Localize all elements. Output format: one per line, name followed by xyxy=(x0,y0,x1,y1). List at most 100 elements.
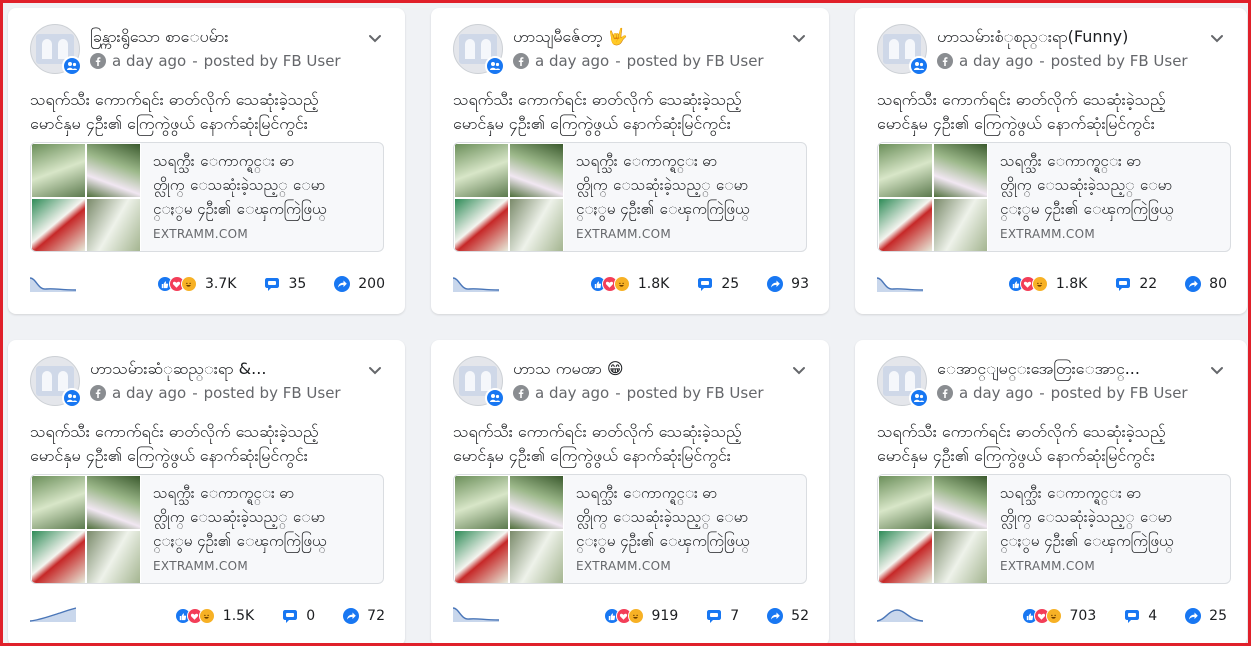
page-avatar[interactable] xyxy=(877,356,929,408)
page-avatar[interactable] xyxy=(877,24,929,76)
link-preview[interactable]: သရက္သီး ေကာက္ရင္း ဓာ တ္လိုက္ ေသဆုံးခဲ့သည… xyxy=(30,142,384,252)
shares-count: 52 xyxy=(791,608,809,624)
post-text-line: သရက်သီး ကောက်ရင်း ဓာတ်လိုက် သေဆုံးခဲ့သည့… xyxy=(877,422,1166,441)
page-name-link[interactable]: ဟာသ ကမၻာ 😁 xyxy=(513,358,773,382)
link-preview[interactable]: သရက္သီး ေကာက္ရင္း ဓာ တ္လိုက္ ေသဆုံးခဲ့သည… xyxy=(30,474,384,584)
reactions-count: 1.8K xyxy=(637,276,670,292)
link-domain: EXTRAMM.COM xyxy=(576,559,671,573)
page-name-link[interactable]: ဟာသမ်ားဆံုဆည္းရာ &... xyxy=(90,358,350,382)
posted-by-label: posted by FB User xyxy=(1050,52,1188,70)
page-avatar[interactable] xyxy=(453,24,505,76)
link-title-line: တ္လိုက္ ေသဆုံးခဲ့သည့္ ေမာ xyxy=(576,176,749,194)
link-title-line: တ္လိုက္ ေသဆုံးခဲ့သည့္ ေမာ xyxy=(576,508,749,526)
link-title-line: သရက္သီး ေကာက္ရင္း ဓာ xyxy=(153,484,295,502)
reactions-stat[interactable]: 1.8K xyxy=(589,276,670,292)
post-card[interactable]: ဟာသမ်ားစံုစည္းရာ(Funny) a day ago - post… xyxy=(855,8,1247,314)
post-card[interactable]: ေအာင္ျမင္းအေတြးေအာင္... a day ago - post… xyxy=(855,340,1247,646)
chevron-down-icon[interactable] xyxy=(791,362,807,378)
reactions-stat[interactable]: 3.7K xyxy=(156,276,237,292)
page-name-link[interactable]: ဟာသျမီဇ်ေတာ့ 🤟 xyxy=(513,26,773,50)
shares-stat[interactable]: 93 xyxy=(767,276,809,292)
reactions-icon xyxy=(603,608,644,624)
comment-icon xyxy=(698,278,713,291)
reactions-count: 1.8K xyxy=(1055,276,1088,292)
group-badge-icon xyxy=(909,388,929,408)
link-title-line: င္ႏွမ ၄ဦး၏ ေၾကကြဲဖြယ္ xyxy=(576,532,750,550)
reactions-stat[interactable]: 919 xyxy=(603,608,678,624)
post-card[interactable]: ဟာသမ်ားဆံုဆည္းရာ &... a day ago - posted… xyxy=(8,340,405,646)
link-title-line: တ္လိုက္ ေသဆုံးခဲ့သည့္ ေမာ xyxy=(153,176,326,194)
shares-count: 93 xyxy=(791,276,809,292)
engagement-stats: 3.7K 35 200 xyxy=(156,276,385,292)
reactions-stat[interactable]: 1.8K xyxy=(1007,276,1088,292)
trend-sparkline xyxy=(453,607,499,622)
post-text: သရက်သီး ကောက်ရင်း ဓာတ်လိုက် သေဆုံးခဲ့သည့… xyxy=(453,420,813,468)
posted-by: - xyxy=(1039,52,1045,70)
page-name-link[interactable]: ေအာင္ျမင္းအေတြးေအာင္... xyxy=(937,358,1197,382)
chevron-down-icon[interactable] xyxy=(1209,362,1225,378)
link-title: သရက္သီး ေကာက္ရင္း ဓာ တ္လိုက္ ေသဆုံးခဲ့သည… xyxy=(153,149,371,221)
comments-stat[interactable]: 7 xyxy=(706,608,739,624)
posted-by: - xyxy=(615,384,621,402)
link-title-line: င္ႏွမ ၄ဦး၏ ေၾကကြဲဖြယ္ xyxy=(576,200,750,218)
chevron-down-icon[interactable] xyxy=(367,30,383,46)
post-card[interactable]: ခြန္ကားရွိသော စာေပမ်ား a day ago - poste… xyxy=(8,8,405,314)
post-text: သရက်သီး ကောက်ရင်း ဓာတ်လိုက် သေဆုံးခဲ့သည့… xyxy=(877,88,1237,136)
post-text-line: မောင်နှမ ၄ဦး၏ ကြေကွဲဖွယ် နောက်ဆုံးမြင်ကွ… xyxy=(453,114,731,133)
post-card[interactable]: ဟာသ ကမၻာ 😁 a day ago - posted by FB User… xyxy=(431,340,829,646)
page-name-link[interactable]: ခြန္ကားရွိသော စာေပမ်ား xyxy=(90,26,350,50)
comment-icon xyxy=(707,610,722,623)
page-avatar[interactable] xyxy=(30,356,82,408)
page-avatar[interactable] xyxy=(30,24,82,76)
reactions-count: 1.5K xyxy=(222,608,255,624)
comments-stat[interactable]: 0 xyxy=(282,608,315,624)
post-meta: a day ago - posted by FB User xyxy=(937,384,1188,402)
reactions-icon xyxy=(1021,608,1062,624)
comments-stat[interactable]: 35 xyxy=(264,276,306,292)
post-meta: a day ago - posted by FB User xyxy=(90,384,341,402)
shares-stat[interactable]: 25 xyxy=(1185,608,1227,624)
post-text-line: သရက်သီး ကောက်ရင်း ဓာတ်လိုက် သေဆုံးခဲ့သည့… xyxy=(30,422,319,441)
link-title-line: င္ႏွမ ၄ဦး၏ ေၾကကြဲဖြယ္ xyxy=(153,532,327,550)
trend-sparkline xyxy=(877,609,923,622)
comments-count: 25 xyxy=(721,276,740,292)
page-avatar[interactable] xyxy=(453,356,505,408)
link-thumbnail xyxy=(454,143,564,251)
link-preview[interactable]: သရက္သီး ေကာက္ရင္း ဓာ တ္လိုက္ ေသဆုံးခဲ့သည… xyxy=(453,474,807,584)
comments-count: 7 xyxy=(730,608,740,624)
reactions-icon xyxy=(174,608,215,624)
link-preview[interactable]: သရက္သီး ေကာက္ရင္း ဓာ တ္လိုက္ ေသဆုံးခဲ့သည… xyxy=(877,142,1231,252)
comment-icon xyxy=(1125,610,1140,623)
shares-stat[interactable]: 200 xyxy=(334,276,385,292)
reactions-icon xyxy=(589,276,630,292)
post-text-line: မောင်နှမ ၄ဦး၏ ကြေကွဲဖွယ် နောက်ဆုံးမြင်ကွ… xyxy=(453,446,731,465)
share-icon xyxy=(334,276,351,292)
reactions-stat[interactable]: 703 xyxy=(1021,608,1096,624)
chevron-down-icon[interactable] xyxy=(791,30,807,46)
comments-stat[interactable]: 22 xyxy=(1115,276,1157,292)
shares-stat[interactable]: 80 xyxy=(1185,276,1227,292)
post-meta: a day ago - posted by FB User xyxy=(513,384,764,402)
link-preview[interactable]: သရက္သီး ေကာက္ရင္း ဓာ တ္လိုက္ ေသဆုံးခဲ့သည… xyxy=(453,142,807,252)
link-title: သရက္သီး ေကာက္ရင္း ဓာ တ္လိုက္ ေသဆုံးခဲ့သည… xyxy=(576,481,794,553)
shares-stat[interactable]: 52 xyxy=(767,608,809,624)
reactions-stat[interactable]: 1.5K xyxy=(174,608,255,624)
chevron-down-icon[interactable] xyxy=(1209,30,1225,46)
shares-stat[interactable]: 72 xyxy=(343,608,385,624)
comments-count: 35 xyxy=(288,276,307,292)
comments-count: 4 xyxy=(1148,608,1158,624)
link-preview[interactable]: သရက္သီး ေကာက္ရင္း ဓာ တ္လိုက္ ေသဆုံးခဲ့သည… xyxy=(877,474,1231,584)
post-text-line: မောင်နှမ ၄ဦး၏ ကြေကွဲဖွယ် နောက်ဆုံးမြင်ကွ… xyxy=(30,446,308,465)
reactions-count: 3.7K xyxy=(204,276,237,292)
chevron-down-icon[interactable] xyxy=(367,362,383,378)
trend-sparkline xyxy=(453,277,499,292)
comment-icon xyxy=(265,278,280,291)
comments-stat[interactable]: 4 xyxy=(1124,608,1157,624)
post-grid: ခြန္ကားရွိသော စာေပမ်ား a day ago - poste… xyxy=(0,0,1251,646)
comments-stat[interactable]: 25 xyxy=(697,276,739,292)
page-name-link[interactable]: ဟာသမ်ားစံုစည္းရာ(Funny) xyxy=(937,26,1197,50)
link-title: သရက္သီး ေကာက္ရင္း ဓာ တ္လိုက္ ေသဆုံးခဲ့သည… xyxy=(153,481,371,553)
share-icon xyxy=(767,608,784,624)
post-card[interactable]: ဟာသျမီဇ်ေတာ့ 🤟 a day ago - posted by FB … xyxy=(431,8,829,314)
facebook-icon xyxy=(90,53,106,69)
